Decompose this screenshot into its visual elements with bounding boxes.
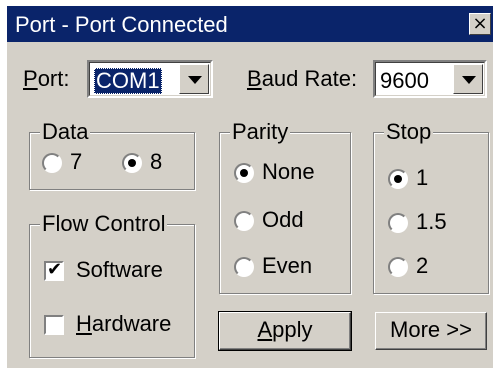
port-value: COM1 [94, 68, 162, 94]
data-legend: Data [40, 119, 91, 145]
port-select[interactable]: COM1 [87, 60, 213, 98]
stop-1-radio[interactable] [388, 169, 408, 189]
data-group: Data 7 8 [29, 119, 195, 190]
software-checkbox[interactable]: ✔ [44, 259, 64, 281]
stop-legend: Stop [384, 119, 434, 145]
baud-value: 9600 [380, 68, 429, 93]
stop-2-radio[interactable] [388, 257, 408, 277]
apply-button[interactable]: Apply [218, 311, 352, 351]
parity-even-radio[interactable] [234, 257, 254, 277]
data-8-radio[interactable] [122, 153, 142, 173]
baud-dropdown-button[interactable] [453, 64, 483, 94]
parity-group: Parity None Odd Even [219, 119, 351, 294]
parity-odd-label: Odd [262, 207, 304, 232]
flow-control-group: Flow Control ✔ Software Hardware [29, 211, 195, 358]
more-button[interactable]: More >> [375, 312, 487, 350]
parity-legend: Parity [230, 119, 291, 145]
data-8-label: 8 [150, 149, 163, 174]
parity-odd-radio[interactable] [234, 211, 254, 231]
close-icon: × [472, 13, 488, 34]
stop-2-label: 2 [416, 253, 429, 278]
stop-1-5-radio[interactable] [388, 213, 408, 233]
baud-label: Baud Rate: [247, 66, 358, 91]
check-icon: ✔ [47, 259, 63, 280]
chevron-down-icon [462, 76, 476, 84]
stop-1-label: 1 [416, 165, 429, 190]
hardware-label: Hardware [76, 311, 172, 336]
window-title: Port - Port Connected [15, 12, 228, 37]
title-bar[interactable]: Port - Port Connected × [7, 6, 493, 42]
port-dropdown-button[interactable] [179, 64, 209, 94]
flow-control-legend: Flow Control [40, 211, 168, 237]
chevron-down-icon [188, 76, 202, 84]
port-label: Port: [23, 66, 70, 91]
parity-even-label: Even [262, 253, 313, 278]
stop-1-5-label: 1.5 [416, 209, 447, 234]
baud-select[interactable]: 9600 [373, 60, 487, 98]
data-7-radio[interactable] [42, 153, 62, 173]
data-7-label: 7 [70, 149, 83, 174]
hardware-checkbox[interactable] [44, 315, 64, 335]
stop-group: Stop 1 1.5 2 [373, 119, 489, 294]
port-dialog: Port - Port Connected × Port: COM1 Baud … [5, 4, 493, 368]
close-button[interactable]: × [469, 13, 491, 35]
parity-none-radio[interactable] [234, 163, 254, 183]
parity-none-label: None [262, 159, 315, 184]
software-label: Software [76, 257, 163, 282]
